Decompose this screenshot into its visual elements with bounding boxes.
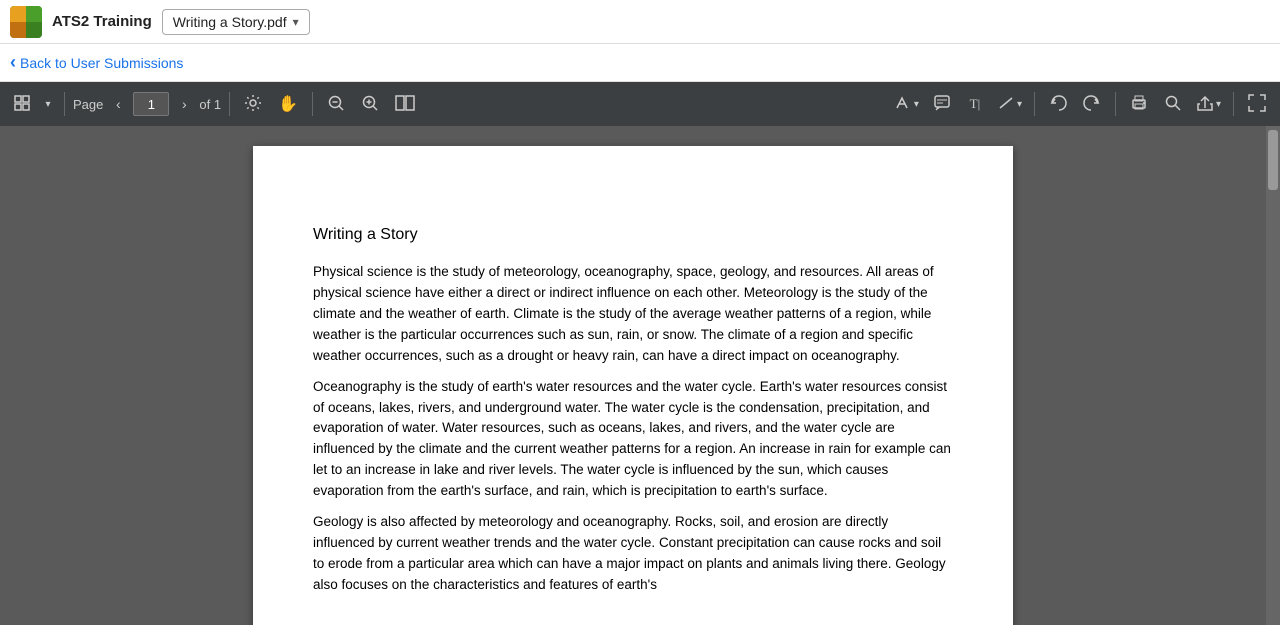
file-name-label: Writing a Story.pdf (173, 14, 287, 30)
scrollbar-track[interactable] (1266, 126, 1280, 625)
annotate-dropdown-icon: ▾ (914, 99, 919, 110)
toolbar: ▾ Page ‹ › of 1 ✋ (0, 82, 1280, 126)
text-tool-icon: T| (970, 96, 981, 112)
share-icon (1196, 94, 1214, 115)
zoom-out-button[interactable] (321, 88, 351, 120)
toolbar-separator-6 (1233, 92, 1234, 116)
redo-button[interactable] (1077, 88, 1107, 120)
toolbar-separator-4 (1034, 92, 1035, 116)
grid-icon (14, 95, 30, 114)
back-to-submissions-link[interactable]: ‹ Back to User Submissions (10, 52, 183, 73)
app-logo (10, 6, 42, 38)
print-button[interactable] (1124, 88, 1154, 120)
prev-page-button[interactable]: ‹ (107, 88, 129, 120)
layout-icon (395, 95, 415, 114)
toolbar-separator-2 (229, 92, 230, 116)
toolbar-right: ▾ T| ▾ (890, 88, 1272, 120)
back-bar: ‹ Back to User Submissions (0, 44, 1280, 82)
dropdown-chevron-icon: ▾ (293, 15, 299, 29)
back-arrow-icon: ‹ (10, 52, 16, 73)
fullscreen-icon (1248, 94, 1266, 115)
pdf-viewport[interactable]: Writing a Story Physical science is the … (0, 126, 1266, 625)
print-icon (1130, 94, 1148, 115)
toolbar-separator-1 (64, 92, 65, 116)
pdf-title: Writing a Story (313, 226, 953, 244)
pdf-paragraph-3: Geology is also affected by meteorology … (313, 512, 953, 596)
line-tool-button[interactable]: ▾ (993, 88, 1026, 120)
redo-icon (1083, 94, 1101, 115)
gear-icon (244, 94, 262, 115)
text-tool-button[interactable]: T| (961, 88, 989, 120)
zoom-in-icon (361, 94, 379, 115)
page-label: Page (73, 97, 103, 112)
pdf-page: Writing a Story Physical science is the … (253, 146, 1013, 625)
next-page-icon: › (182, 96, 187, 112)
fullscreen-button[interactable] (1242, 88, 1272, 120)
line-tool-dropdown-icon: ▾ (1017, 99, 1022, 110)
annotate-button[interactable]: ▾ (890, 88, 923, 120)
zoom-out-icon (327, 94, 345, 115)
pdf-paragraph-2: Oceanography is the study of earth's wat… (313, 377, 953, 503)
undo-button[interactable] (1043, 88, 1073, 120)
search-button[interactable] (1158, 88, 1188, 120)
annotate-icon (894, 95, 912, 114)
grid-dropdown-arrow-icon: ▾ (45, 99, 50, 110)
grid-dropdown-button[interactable]: ▾ (40, 88, 56, 120)
page-of-label: of 1 (199, 97, 221, 112)
settings-button[interactable] (238, 88, 268, 120)
next-page-button[interactable]: › (173, 88, 195, 120)
layout-button[interactable] (389, 88, 421, 120)
line-tool-icon (997, 95, 1015, 114)
scrollbar-thumb[interactable] (1268, 130, 1278, 190)
app-title: ATS2 Training (52, 13, 152, 30)
prev-page-icon: ‹ (116, 96, 121, 112)
share-button[interactable]: ▾ (1192, 88, 1225, 120)
search-icon (1164, 94, 1182, 115)
share-dropdown-icon: ▾ (1216, 99, 1221, 110)
zoom-in-button[interactable] (355, 88, 385, 120)
comment-icon (933, 94, 951, 115)
page-number-input[interactable] (133, 92, 169, 116)
comment-button[interactable] (927, 88, 957, 120)
page-area: Page ‹ › of 1 (73, 88, 221, 120)
grid-view-button[interactable] (8, 88, 36, 120)
pdf-paragraph-1: Physical science is the study of meteoro… (313, 262, 953, 367)
content-area: Writing a Story Physical science is the … (0, 126, 1280, 625)
toolbar-separator-5 (1115, 92, 1116, 116)
hand-icon: ✋ (278, 94, 298, 114)
toolbar-separator-3 (312, 92, 313, 116)
file-dropdown[interactable]: Writing a Story.pdf ▾ (162, 9, 310, 35)
back-link-label: Back to User Submissions (20, 55, 183, 71)
top-bar: ATS2 Training Writing a Story.pdf ▾ (0, 0, 1280, 44)
hand-tool-button[interactable]: ✋ (272, 88, 304, 120)
undo-icon (1049, 94, 1067, 115)
